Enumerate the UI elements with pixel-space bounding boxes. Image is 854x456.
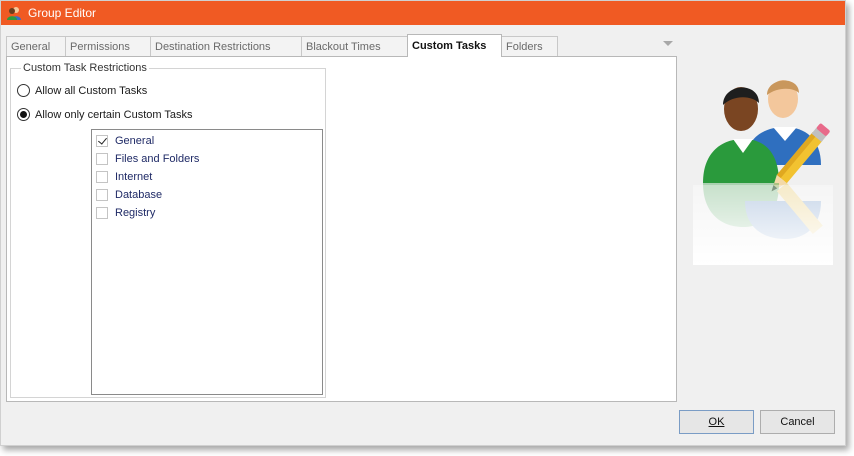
tab-custom-tasks[interactable]: Custom Tasks [407, 34, 502, 57]
tab-general[interactable]: General [6, 36, 66, 57]
tab-overflow-dropdown-icon[interactable] [663, 41, 673, 46]
tab-blackout-times[interactable]: Blackout Times [301, 36, 408, 57]
task-checkbox[interactable] [96, 135, 108, 147]
tab-label: General [11, 41, 51, 53]
list-item[interactable]: Files and Folders [96, 152, 199, 166]
window-title: Group Editor [28, 6, 97, 20]
group-users-icon [6, 5, 22, 21]
task-checkbox[interactable] [96, 171, 108, 183]
allow-all-label[interactable]: Allow all Custom Tasks [35, 85, 147, 97]
task-label[interactable]: General [115, 135, 154, 147]
custom-tasks-panel: Custom Task Restrictions Allow all Custo… [6, 56, 677, 402]
tab-label: Blackout Times [306, 41, 381, 53]
cancel-label: Cancel [780, 416, 815, 428]
allow-certain-radio-option[interactable]: Allow only certain Custom Tasks [17, 108, 193, 121]
task-label[interactable]: Registry [115, 207, 155, 219]
tab-permissions[interactable]: Permissions [65, 36, 151, 57]
custom-task-list[interactable]: General Files and Folders Internet Datab… [91, 129, 323, 395]
ok-button[interactable]: OK [679, 410, 754, 434]
list-item[interactable]: Database [96, 188, 162, 202]
cancel-button[interactable]: Cancel [760, 410, 835, 434]
tab-label: Folders [506, 41, 543, 53]
group-editor-window: Group Editor General Permissions Destina… [0, 0, 846, 446]
tab-label: Permissions [70, 41, 130, 53]
task-checkbox[interactable] [96, 153, 108, 165]
tab-strip: General Permissions Destination Restrict… [6, 34, 558, 57]
title-bar: Group Editor [1, 1, 845, 25]
ok-label: OK [708, 416, 725, 428]
allow-all-radio[interactable] [17, 84, 30, 97]
task-label[interactable]: Files and Folders [115, 153, 199, 165]
task-label[interactable]: Database [115, 189, 162, 201]
list-item[interactable]: General [96, 134, 154, 148]
users-edit-icon [693, 65, 833, 265]
tab-label: Custom Tasks [412, 40, 487, 52]
task-label[interactable]: Internet [115, 171, 152, 183]
list-item[interactable]: Registry [96, 206, 155, 220]
allow-certain-radio[interactable] [17, 108, 30, 121]
list-item[interactable]: Internet [96, 170, 152, 184]
group-title: Custom Task Restrictions [21, 62, 149, 74]
task-checkbox[interactable] [96, 189, 108, 201]
tab-label: Destination Restrictions [155, 41, 271, 53]
custom-task-restrictions-group: Custom Task Restrictions Allow all Custo… [10, 62, 326, 398]
allow-all-radio-option[interactable]: Allow all Custom Tasks [17, 84, 147, 97]
allow-certain-label[interactable]: Allow only certain Custom Tasks [35, 109, 193, 121]
tab-destination-restrictions[interactable]: Destination Restrictions [150, 36, 302, 57]
task-checkbox[interactable] [96, 207, 108, 219]
tab-folders[interactable]: Folders [501, 36, 558, 57]
